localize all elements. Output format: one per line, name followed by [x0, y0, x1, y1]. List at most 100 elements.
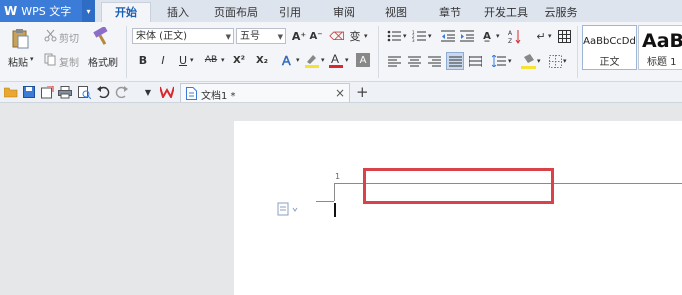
justify-icon[interactable] [446, 52, 464, 70]
text-cursor [334, 203, 336, 217]
align-left-icon[interactable] [387, 54, 401, 68]
margin-corner-vertical [334, 183, 335, 201]
numbered-list-icon[interactable]: 123 [411, 29, 427, 43]
divider [378, 26, 379, 78]
wps-docs-icon[interactable] [160, 85, 174, 99]
tab-insert[interactable]: 插入 [158, 3, 198, 22]
document-page[interactable] [234, 121, 682, 295]
bullet-dropdown-icon[interactable]: ▾ [403, 32, 407, 40]
document-tab[interactable]: 文档1 * × [180, 83, 350, 102]
style-normal[interactable]: AaBbCcDd 正文 [582, 25, 637, 70]
superscript-button[interactable]: X² [231, 53, 247, 67]
tab-start[interactable]: 开始 [101, 2, 151, 23]
subscript-button[interactable]: X₂ [254, 53, 270, 67]
customize-toolbar-icon[interactable]: ▼ [141, 85, 155, 99]
phonetic-guide-button[interactable]: 变 [348, 28, 362, 44]
italic-button[interactable]: I [157, 53, 169, 67]
svg-text:A: A [282, 53, 291, 67]
app-menu-dropdown-icon[interactable]: ▾ [82, 0, 95, 22]
svg-text:Z: Z [508, 38, 512, 44]
redo-icon[interactable] [114, 85, 128, 99]
style-normal-label: 正文 [599, 57, 620, 68]
chevron-down-icon: ▼ [277, 33, 283, 41]
highlight-color-icon[interactable] [304, 52, 320, 68]
svg-text:A: A [331, 52, 339, 66]
open-folder-icon[interactable] [4, 85, 18, 99]
paste-label[interactable]: 粘贴 [8, 54, 28, 69]
numbering-dropdown-icon[interactable]: ▾ [428, 32, 432, 40]
borders-dropdown-icon[interactable]: ▾ [563, 57, 567, 65]
tab-page-layout[interactable]: 页面布局 [208, 3, 264, 22]
line-spacing-icon[interactable] [492, 54, 506, 68]
font-size-value: 五号 [240, 31, 260, 42]
bold-button[interactable]: B [137, 53, 149, 67]
tab-cloud-service[interactable]: 云服务 [540, 3, 582, 22]
cut-label[interactable]: 剪切 [59, 30, 79, 45]
copy-icon[interactable] [43, 52, 57, 66]
wps-logo-icon: W [4, 4, 18, 18]
decrease-indent-icon[interactable] [441, 29, 455, 43]
clear-format-icon[interactable]: ⌫ [329, 28, 345, 44]
font-color-dropdown-icon[interactable]: ▾ [345, 56, 349, 64]
document-tab-title: 文档1 * [201, 91, 236, 102]
tab-developer[interactable]: 开发工具 [480, 3, 532, 22]
format-painter-label[interactable]: 格式刷 [88, 54, 118, 69]
strike-dropdown-icon[interactable]: ▾ [221, 56, 225, 64]
tab-view[interactable]: 视图 [378, 3, 414, 22]
highlight-annotation-box [363, 168, 554, 204]
print-preview-icon[interactable] [77, 85, 91, 99]
increase-indent-icon[interactable] [460, 29, 474, 43]
print-icon[interactable] [58, 85, 72, 99]
distribute-icon[interactable] [468, 54, 482, 68]
show-marks-icon[interactable]: ↵ [534, 29, 548, 43]
paste-button[interactable] [9, 28, 31, 50]
line-number: 1 [335, 172, 341, 181]
tab-review[interactable]: 审阅 [326, 3, 362, 22]
new-tab-icon[interactable]: + [356, 83, 369, 101]
font-color-icon[interactable]: A [328, 52, 344, 68]
highlight-dropdown-icon[interactable]: ▾ [321, 56, 325, 64]
undo-icon[interactable] [96, 85, 110, 99]
divider [126, 26, 127, 78]
font-name-value: 宋体 (正文) [136, 31, 187, 42]
align-right-icon[interactable] [427, 54, 441, 68]
sort-icon[interactable]: AZ [507, 28, 523, 44]
cut-icon[interactable] [43, 28, 57, 42]
shrink-font-button[interactable]: A⁻ [309, 28, 323, 44]
phonetic-dropdown-icon[interactable]: ▾ [364, 32, 368, 40]
bullet-list-icon[interactable] [386, 29, 402, 43]
grow-font-button[interactable]: A⁺ [292, 28, 306, 44]
tab-chapter[interactable]: 章节 [432, 3, 468, 22]
tab-references[interactable]: 引用 [272, 3, 308, 22]
text-effect-dropdown-icon[interactable]: ▾ [296, 56, 300, 64]
underline-dropdown-icon[interactable]: ▾ [190, 56, 194, 64]
document-icon [186, 87, 197, 103]
svg-text:A: A [508, 30, 513, 37]
char-format-dropdown-icon[interactable]: ▾ [496, 32, 500, 40]
paste-icon [12, 29, 29, 49]
char-shading-icon[interactable]: A [356, 53, 370, 67]
format-painter-icon[interactable] [92, 27, 112, 47]
strikethrough-button[interactable]: AB [202, 53, 220, 67]
save-as-icon[interactable] [40, 85, 54, 99]
font-size-select[interactable]: 五号 ▼ [236, 28, 286, 44]
text-effect-icon[interactable]: A [280, 52, 296, 68]
shading-dropdown-icon[interactable]: ▾ [537, 57, 541, 65]
paragraph-layout-icon[interactable] [276, 202, 300, 219]
paste-dropdown-icon[interactable]: ▾ [30, 55, 34, 63]
copy-label[interactable]: 复制 [59, 54, 79, 69]
line-spacing-dropdown-icon[interactable]: ▾ [508, 57, 512, 65]
close-tab-icon[interactable]: × [335, 86, 345, 100]
style-heading-1[interactable]: AaB 标题 1 [638, 25, 682, 70]
borders-icon[interactable] [548, 54, 562, 68]
table-icon[interactable] [557, 29, 571, 43]
align-center-icon[interactable] [407, 54, 421, 68]
svg-text:3: 3 [412, 38, 415, 42]
font-name-select[interactable]: 宋体 (正文) ▼ [132, 28, 234, 44]
shading-icon[interactable] [520, 53, 536, 69]
char-format-icon[interactable]: A̲ [479, 29, 495, 43]
show-marks-dropdown-icon[interactable]: ▾ [548, 32, 552, 40]
underline-button[interactable]: U [177, 53, 189, 67]
save-icon[interactable] [22, 85, 36, 99]
app-menu-button[interactable]: W WPS 文字 ▾ [0, 0, 95, 22]
